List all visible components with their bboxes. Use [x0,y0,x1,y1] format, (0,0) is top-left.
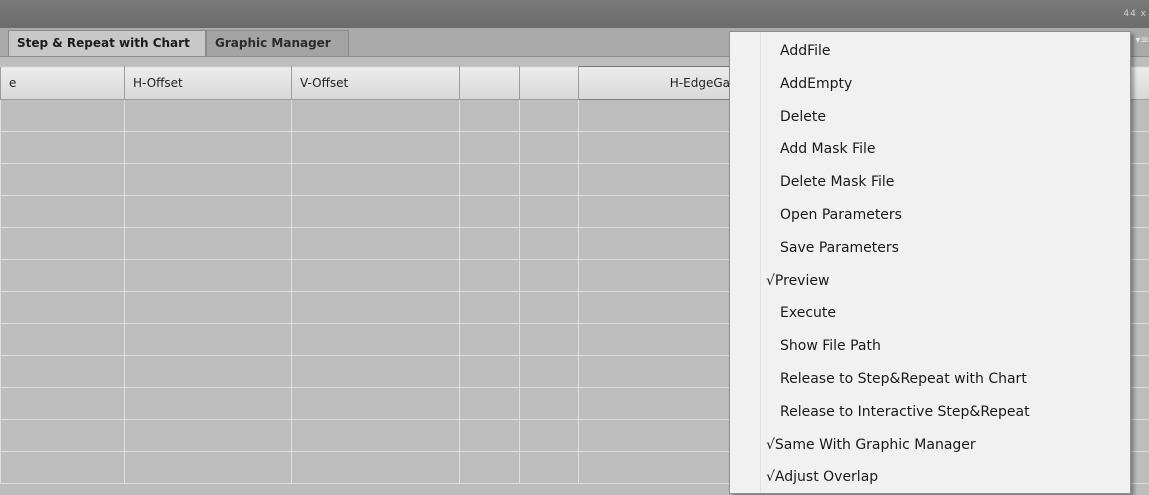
column-header[interactable]: e [0,66,125,100]
menu-item-preview[interactable]: √Preview [730,265,1130,298]
table-cell[interactable] [459,99,520,132]
context-menu: AddFile AddEmpty Delete Add Mask File De… [729,31,1131,494]
table-cell[interactable] [519,451,579,484]
table-cell[interactable] [519,323,579,356]
table-cell[interactable] [578,323,731,356]
table-cell[interactable] [459,163,520,196]
table-cell[interactable] [519,387,579,420]
table-cell[interactable] [124,99,292,132]
table-cell[interactable] [124,195,292,228]
table-cell[interactable] [291,291,460,324]
tab-step-repeat-with-chart[interactable]: Step & Repeat with Chart [8,30,206,56]
panel-title-bar: 44 x [0,0,1149,29]
table-cell[interactable] [519,259,579,292]
table-cell[interactable] [578,387,731,420]
table-cell[interactable] [578,163,731,196]
table-cell[interactable] [0,419,125,452]
menu-item-adjust-overlap[interactable]: √Adjust Overlap [730,461,1130,494]
menu-item-same-with-graphic-manager[interactable]: √Same With Graphic Manager [730,429,1130,462]
table-cell[interactable] [459,259,520,292]
table-cell[interactable] [459,355,520,388]
table-cell[interactable] [291,163,460,196]
table-cell[interactable] [578,355,731,388]
table-cell[interactable] [578,227,731,260]
table-cell[interactable] [459,323,520,356]
table-cell[interactable] [519,195,579,228]
table-cell[interactable] [459,291,520,324]
table-cell[interactable] [578,131,731,164]
table-cell[interactable] [0,259,125,292]
table-cell[interactable] [124,163,292,196]
table-cell[interactable] [291,451,460,484]
menu-item-release-step-repeat-chart[interactable]: Release to Step&Repeat with Chart [730,363,1130,396]
table-cell[interactable] [0,99,125,132]
table-cell[interactable] [519,227,579,260]
table-cell[interactable] [0,163,125,196]
table-cell[interactable] [124,419,292,452]
table-cell[interactable] [0,387,125,420]
table-cell[interactable] [124,227,292,260]
table-cell[interactable] [459,195,520,228]
menu-item-execute[interactable]: Execute [730,297,1130,330]
menu-item-release-interactive-step-repeat[interactable]: Release to Interactive Step&Repeat [730,396,1130,429]
table-cell[interactable] [578,291,731,324]
menu-item-open-parameters[interactable]: Open Parameters [730,199,1130,232]
table-cell[interactable] [124,387,292,420]
table-cell[interactable] [459,227,520,260]
menu-item-show-file-path[interactable]: Show File Path [730,330,1130,363]
table-cell[interactable] [519,355,579,388]
table-cell[interactable] [0,291,125,324]
table-cell[interactable] [459,387,520,420]
table-cell[interactable] [0,131,125,164]
menu-item-save-parameters[interactable]: Save Parameters [730,232,1130,265]
table-cell[interactable] [291,131,460,164]
window-controls[interactable]: 44 x [1123,9,1147,19]
table-cell[interactable] [291,195,460,228]
table-cell[interactable] [124,259,292,292]
table-cell[interactable] [291,355,460,388]
table-cell[interactable] [0,323,125,356]
table-cell[interactable] [291,419,460,452]
table-cell[interactable] [519,291,579,324]
table-cell[interactable] [291,387,460,420]
menu-item-delete-mask-file[interactable]: Delete Mask File [730,166,1130,199]
table-cell[interactable] [459,131,520,164]
table-cell[interactable] [578,195,731,228]
table-cell[interactable] [124,291,292,324]
table-cell[interactable] [578,419,731,452]
table-cell[interactable] [0,227,125,260]
menu-item-add-empty[interactable]: AddEmpty [730,68,1130,101]
table-cell[interactable] [519,131,579,164]
panel-menu-icon[interactable]: ▾≡ [1135,34,1149,48]
table-cell[interactable] [578,451,731,484]
table-cell[interactable] [0,195,125,228]
column-header[interactable] [519,66,579,100]
table-cell[interactable] [519,99,579,132]
table-cell[interactable] [124,323,292,356]
table-cell[interactable] [459,451,520,484]
menu-item-add-file[interactable]: AddFile [730,35,1130,68]
table-cell[interactable] [291,227,460,260]
table-cell[interactable] [578,259,731,292]
table-cell[interactable] [578,99,731,132]
table-cell[interactable] [124,131,292,164]
table-cell[interactable] [0,355,125,388]
table-cell[interactable] [291,99,460,132]
table-cell[interactable] [124,355,292,388]
table-cell[interactable] [124,451,292,484]
column-header-h-offset[interactable]: H-Offset [124,66,292,100]
tab-graphic-manager[interactable]: Graphic Manager [206,30,349,56]
column-header-v-offset[interactable]: V-Offset [291,66,460,100]
table-cell[interactable] [0,451,125,484]
menu-item-add-mask-file[interactable]: Add Mask File [730,133,1130,166]
column-header-h-edgegap[interactable]: H-EdgeGa [578,66,731,100]
table-cell[interactable] [459,419,520,452]
table-cell[interactable] [291,259,460,292]
column-header[interactable] [459,66,520,100]
table-cell[interactable] [291,323,460,356]
menu-item-delete[interactable]: Delete [730,101,1130,134]
table-cell[interactable] [519,419,579,452]
table-cell[interactable] [519,163,579,196]
